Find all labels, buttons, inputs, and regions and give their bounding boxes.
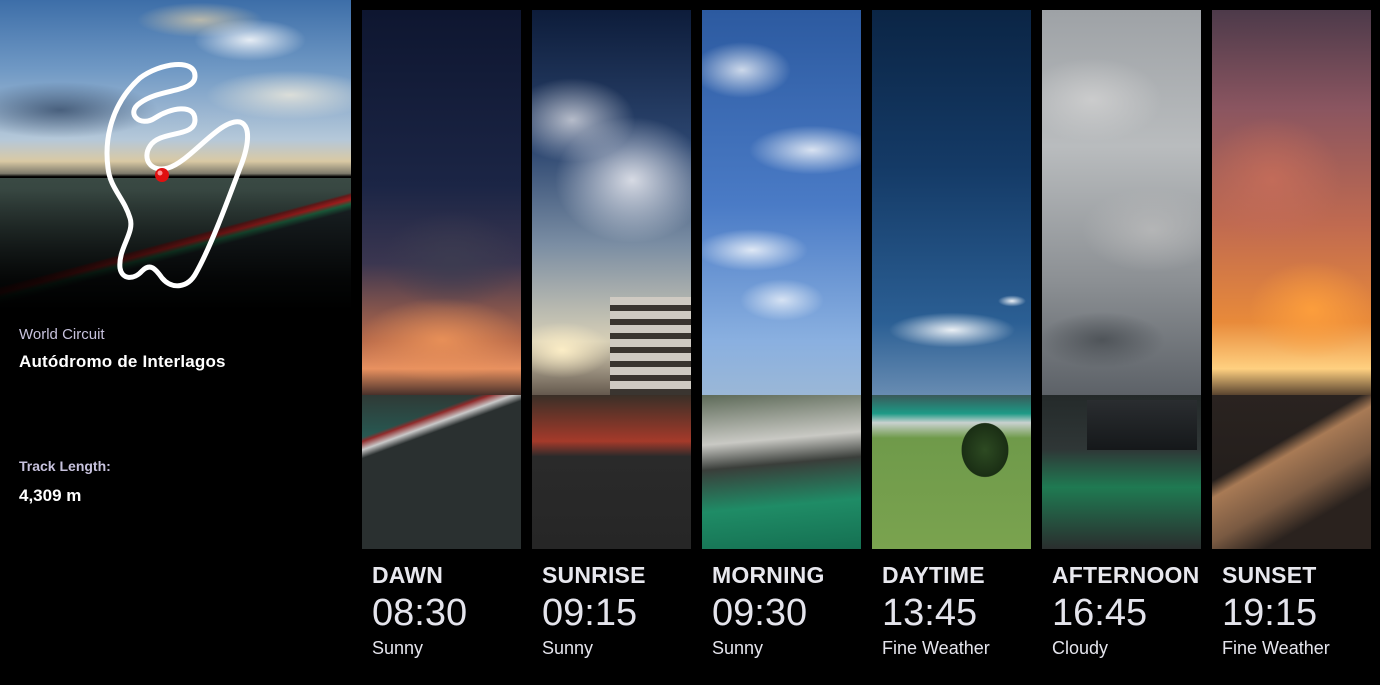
sunset-sky-image bbox=[1212, 10, 1371, 400]
track-map bbox=[104, 61, 250, 289]
time-option-morning[interactable] bbox=[702, 10, 861, 549]
time-caption-sunrise: SUNRISE 09:15 Sunny bbox=[542, 561, 712, 659]
time-option-afternoon[interactable] bbox=[1042, 10, 1201, 549]
track-length-label: Track Length: bbox=[19, 458, 111, 474]
sunset-track-image bbox=[1212, 395, 1371, 549]
circuit-info-panel: World Circuit Autódromo de Interlagos Tr… bbox=[0, 0, 351, 685]
time-label: SUNRISE bbox=[542, 562, 646, 588]
time-value: 16:45 bbox=[1052, 592, 1148, 634]
time-option-daytime[interactable] bbox=[872, 10, 1031, 549]
time-option-sunset[interactable] bbox=[1212, 10, 1371, 549]
weather-label: Sunny bbox=[542, 638, 594, 658]
sunrise-track-image bbox=[532, 395, 691, 549]
time-option-dawn[interactable] bbox=[362, 10, 521, 549]
time-label: AFTERNOON bbox=[1052, 562, 1200, 588]
sunrise-grandstand-image bbox=[610, 297, 691, 397]
daytime-palm-image bbox=[952, 410, 1018, 490]
afternoon-sky-image bbox=[1042, 10, 1201, 400]
track-length-value: 4,309 m bbox=[19, 486, 82, 505]
time-value: 08:30 bbox=[372, 592, 468, 634]
weather-label: Sunny bbox=[712, 638, 764, 658]
afternoon-building-image bbox=[1087, 400, 1197, 450]
time-value: 09:15 bbox=[542, 592, 638, 634]
dawn-sky-image bbox=[362, 10, 521, 400]
weather-label: Fine Weather bbox=[1222, 638, 1330, 658]
time-caption-daytime: DAYTIME 13:45 Fine Weather bbox=[882, 561, 1052, 659]
weather-label: Fine Weather bbox=[882, 638, 990, 658]
time-value: 13:45 bbox=[882, 592, 978, 634]
time-value: 09:30 bbox=[712, 592, 808, 634]
time-caption-dawn: DAWN 08:30 Sunny bbox=[372, 561, 542, 659]
time-caption-afternoon: AFTERNOON 16:45 Cloudy bbox=[1052, 561, 1222, 659]
time-label: MORNING bbox=[712, 562, 825, 588]
circuit-name: Autódromo de Interlagos bbox=[19, 352, 226, 371]
dawn-track-image bbox=[362, 395, 521, 549]
circuit-category-label: World Circuit bbox=[19, 326, 105, 343]
track-preview-image bbox=[0, 0, 351, 310]
time-label: DAWN bbox=[372, 562, 444, 588]
weather-label: Sunny bbox=[372, 638, 424, 658]
start-position-marker bbox=[155, 168, 169, 182]
time-value: 19:15 bbox=[1222, 592, 1318, 634]
weather-label: Cloudy bbox=[1052, 638, 1109, 658]
daytime-sky-image bbox=[872, 10, 1031, 400]
time-caption-sunset: SUNSET 19:15 Fine Weather bbox=[1222, 561, 1372, 659]
morning-track-image bbox=[702, 395, 861, 549]
marker-highlight bbox=[157, 170, 163, 176]
time-caption-morning: MORNING 09:30 Sunny bbox=[712, 561, 882, 659]
track-map-outline bbox=[104, 61, 250, 289]
time-option-sunrise[interactable] bbox=[532, 10, 691, 549]
time-label: SUNSET bbox=[1222, 562, 1317, 588]
time-label: DAYTIME bbox=[882, 562, 985, 588]
morning-sky-image bbox=[702, 10, 861, 400]
